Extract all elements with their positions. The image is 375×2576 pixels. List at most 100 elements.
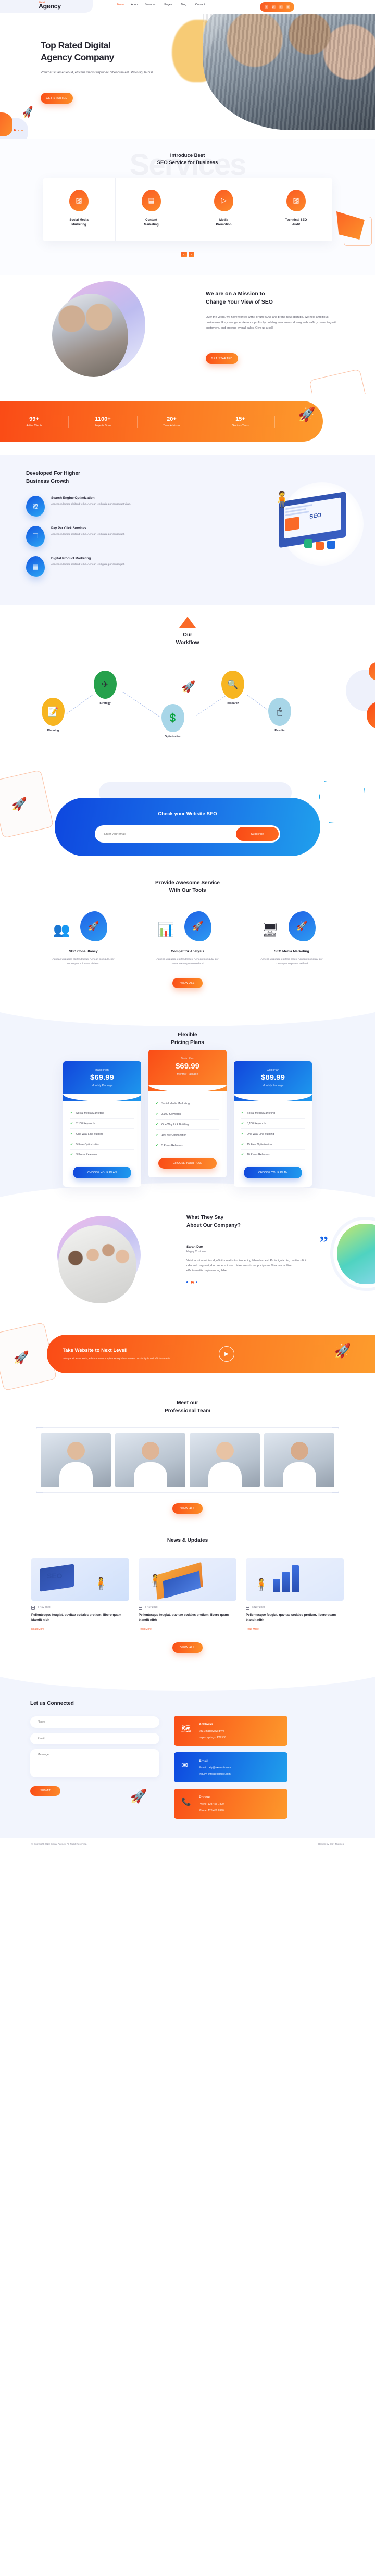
news-card[interactable]: 🧍 6 Nov 2020 Pellentesque feugiat, quvit…: [246, 1558, 344, 1631]
news-read-more-link[interactable]: Read More: [31, 1628, 129, 1631]
play-button-icon[interactable]: ▶: [219, 1346, 234, 1362]
facebook-icon[interactable]: f: [264, 5, 268, 9]
news-card[interactable]: SEO 🧍 6 Nov 2020 Pellentesque feugiat, q…: [31, 1558, 129, 1631]
services-carousel-controls[interactable]: ‹ ›: [0, 252, 375, 257]
carousel-next-icon[interactable]: ›: [188, 252, 194, 257]
choose-plan-button[interactable]: CHOOSE YOUR PLAN: [158, 1158, 217, 1169]
site-logo[interactable]: Digital Agency: [39, 1, 61, 10]
hero-get-started-button[interactable]: GET STARTED: [41, 93, 73, 104]
testimonial-carousel-dots[interactable]: [186, 1280, 322, 1284]
tools-view-all-button[interactable]: VIEW ALL: [172, 978, 203, 988]
chevron-down-icon: ⌄: [187, 4, 189, 6]
growth-heading-line2: Business Growth: [26, 479, 69, 484]
plan-feature-label: 2,100 Keywords: [76, 1122, 96, 1125]
team-member-photo[interactable]: [264, 1433, 334, 1487]
tools-heading: Provide Awesome Service With Our Tools: [31, 879, 344, 895]
research-magnifier-icon: 🔍: [221, 671, 244, 699]
growth-feature[interactable]: ▨ Search Engine Optimization Aenean vulp…: [26, 496, 182, 517]
seo-check-title: Check your Website SEO: [158, 811, 217, 817]
message-textarea[interactable]: [30, 1749, 159, 1777]
contact-top-curve: [0, 1666, 375, 1691]
stat-caption: Team Advisors: [163, 424, 180, 428]
growth-feature[interactable]: ▤ Digital Product Marketing Aenean vulpu…: [26, 556, 182, 577]
choose-plan-button[interactable]: CHOOSE YOUR PLAN: [244, 1167, 302, 1178]
nav-item-blog[interactable]: Blog ⌄: [181, 3, 189, 6]
hero-carousel-dots[interactable]: [14, 129, 23, 131]
workflow-node-optimization[interactable]: 💲 Optimization: [161, 704, 184, 738]
email-input[interactable]: [30, 1733, 159, 1744]
tool-title: SEO Consultancy: [69, 950, 98, 953]
service-title-line1: Technical SEO: [285, 219, 307, 222]
instagram-icon[interactable]: ◎: [286, 5, 290, 9]
testimonial-dot-3[interactable]: [196, 1281, 197, 1283]
service-card-title: Content Marketing: [119, 218, 184, 228]
subscribe-button[interactable]: Subscribe: [236, 827, 279, 841]
testimonial-dot-1[interactable]: [186, 1281, 188, 1283]
mission-heading: We are on a Mission to Change Your View …: [206, 290, 341, 306]
linkedin-icon[interactable]: in: [271, 5, 276, 9]
carousel-prev-icon[interactable]: ‹: [181, 252, 187, 257]
workflow-node-label: Planning: [47, 729, 59, 732]
plan-feature: ✔ 10 Press Releases: [241, 1150, 305, 1160]
news-view-all-button[interactable]: VIEW ALL: [172, 1642, 203, 1653]
service-card[interactable]: ▷ Media Promotion: [188, 178, 260, 241]
plan-feature: ✔ 3,100 Keywords: [156, 1109, 219, 1120]
service-title-line2: Marketing: [71, 223, 86, 227]
nav-item-home[interactable]: Home: [117, 3, 124, 6]
service-card[interactable]: ▤ Content Marketing: [116, 178, 188, 241]
news-read-more-link[interactable]: Read More: [246, 1628, 344, 1631]
service-card[interactable]: ▨ Social Media Marketing: [43, 178, 116, 241]
footer-credit-link[interactable]: Design by DSK Themes: [318, 1843, 344, 1845]
team-member-photo[interactable]: [115, 1433, 185, 1487]
tools-heading-line2: With Our Tools: [169, 888, 206, 894]
contact-form: SUBMIT: [30, 1716, 159, 1825]
services-heading-line2: SEO Service for Business: [157, 160, 218, 166]
pricing-plan-row: Basic Plan $69.99 Monthly Package ✔ Socia…: [0, 1050, 375, 1187]
contact-info-cards: 🗺 Address 2331 mapleview drive tarpon sp…: [174, 1716, 288, 1825]
plan-features: ✔ Social Media Marketing ✔ 5,100 Keywords …: [234, 1101, 312, 1162]
contact-card-line2: tarpon springs, AW 536: [199, 1736, 226, 1739]
hero-dot-2[interactable]: [18, 129, 19, 131]
news-read-more-link[interactable]: Read More: [139, 1628, 236, 1631]
news-thumbnail: 🧍: [139, 1558, 236, 1601]
email-input[interactable]: [104, 832, 236, 836]
services-section: Services Introduce Best SEO Service for …: [0, 139, 375, 275]
news-card[interactable]: 🧍 6 Nov 2020 Pellentesque feugiat, quvit…: [139, 1558, 236, 1631]
main-navigation[interactable]: Home About Services ⌄ Pages ⌄ Blog ⌄ Contac…: [117, 3, 207, 6]
rocket-icon: 🚀: [21, 106, 35, 120]
hero-dot-1[interactable]: [14, 129, 16, 131]
nav-item-contact[interactable]: Contact ⌄: [195, 3, 207, 6]
social-links[interactable]: f in t ◎: [260, 2, 294, 12]
tool-card[interactable]: 🖥 🚀 SEO Media Marketing Aenean vulputate…: [240, 910, 344, 966]
workflow-node-strategy[interactable]: ✈ Strategy: [94, 671, 117, 705]
plan-feature-label: One Way Link Building: [247, 1132, 274, 1136]
name-input[interactable]: [30, 1716, 159, 1728]
mission-get-started-button[interactable]: GET STARTED: [206, 353, 238, 364]
workflow-node-research[interactable]: 🔍 Research: [221, 671, 244, 705]
growth-feature[interactable]: ☐ Pay Per Click Services Aenean vulputat…: [26, 526, 182, 547]
team-member-photo[interactable]: [41, 1433, 111, 1487]
tool-card[interactable]: 📊 🚀 Competitor Analysis Aenean vulputate…: [135, 910, 240, 966]
tool-card[interactable]: 👥 🚀 SEO Consultancy Aenean vulputate ele…: [31, 910, 135, 966]
service-title-line2: Promotion: [216, 223, 232, 227]
service-title-line2: Audit: [292, 223, 301, 227]
team-member-photo[interactable]: [190, 1433, 260, 1487]
nav-item-services[interactable]: Services ⌄: [145, 3, 158, 6]
service-card[interactable]: ▨ Technical SEO Audit: [260, 178, 332, 241]
contact-card-line2: Inquiry: info@example.com: [199, 1773, 231, 1776]
workflow-node-planning[interactable]: 📝 Planning: [42, 698, 65, 732]
twitter-icon[interactable]: t: [279, 5, 283, 9]
workflow-node-results[interactable]: 🖱 Results: [268, 698, 291, 732]
submit-button[interactable]: SUBMIT: [30, 1786, 60, 1796]
choose-plan-button[interactable]: CHOOSE YOUR PLAN: [73, 1167, 131, 1178]
quote-mark-icon: ”: [319, 1233, 328, 1252]
plan-price: $69.99: [176, 1062, 199, 1071]
testimonial-dot-active[interactable]: [190, 1280, 194, 1284]
hero-copy: Top Rated Digital Agency Company Volutpa…: [41, 40, 176, 76]
phone-icon: 📞: [181, 1798, 191, 1806]
nav-item-about[interactable]: About: [131, 3, 139, 6]
hero-dot-3[interactable]: [21, 129, 23, 131]
team-view-all-button[interactable]: VIEW ALL: [172, 1503, 203, 1514]
nav-item-pages[interactable]: Pages ⌄: [164, 3, 174, 6]
chevron-down-icon: ⌄: [205, 4, 207, 6]
